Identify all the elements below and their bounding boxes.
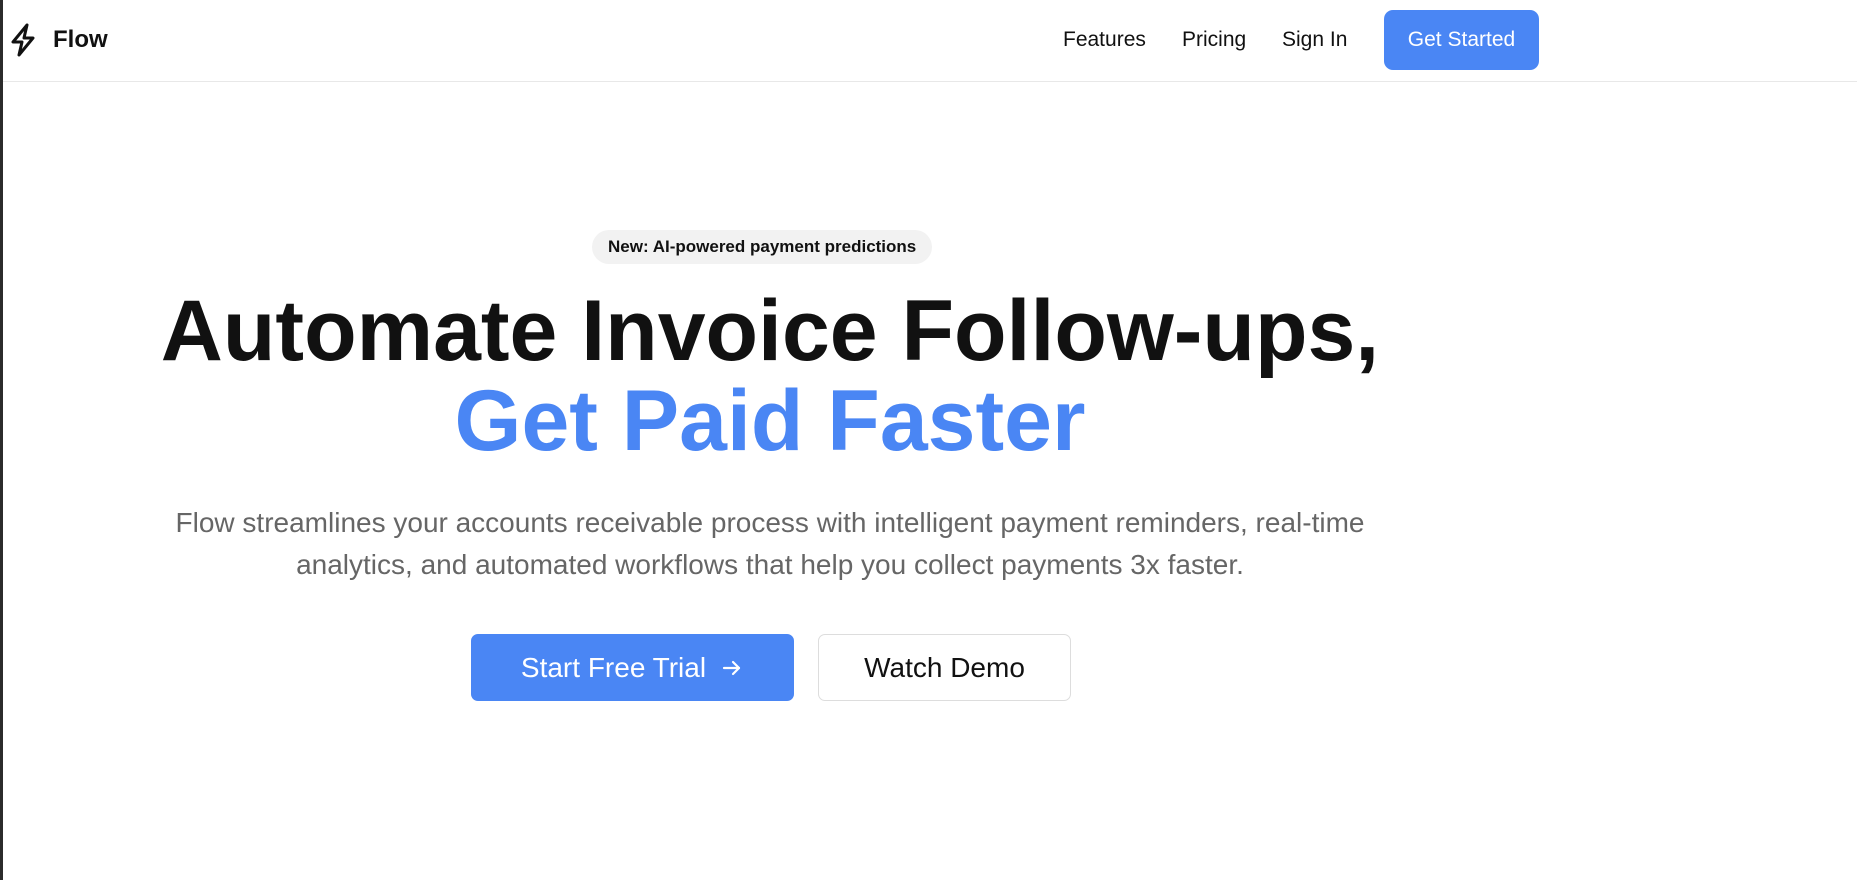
- hero-subtitle-line2: analytics, and automated workflows that …: [296, 549, 1244, 580]
- start-free-trial-button[interactable]: Start Free Trial: [471, 634, 794, 701]
- hero-section: New: AI-powered payment predictions Auto…: [0, 0, 1540, 880]
- arrow-right-icon: [722, 660, 741, 675]
- announcement-badge: New: AI-powered payment predictions: [592, 230, 933, 264]
- hero-subtitle-line1: Flow streamlines your accounts receivabl…: [175, 507, 1365, 538]
- hero-headline-line2: Get Paid Faster: [454, 373, 1086, 469]
- watch-demo-button[interactable]: Watch Demo: [818, 634, 1071, 701]
- start-free-trial-label: Start Free Trial: [520, 651, 707, 683]
- hero-headline-line1: Automate Invoice Follow-ups,: [160, 283, 1380, 379]
- hero-subtitle: Flow streamlines your accounts receivabl…: [120, 502, 1420, 586]
